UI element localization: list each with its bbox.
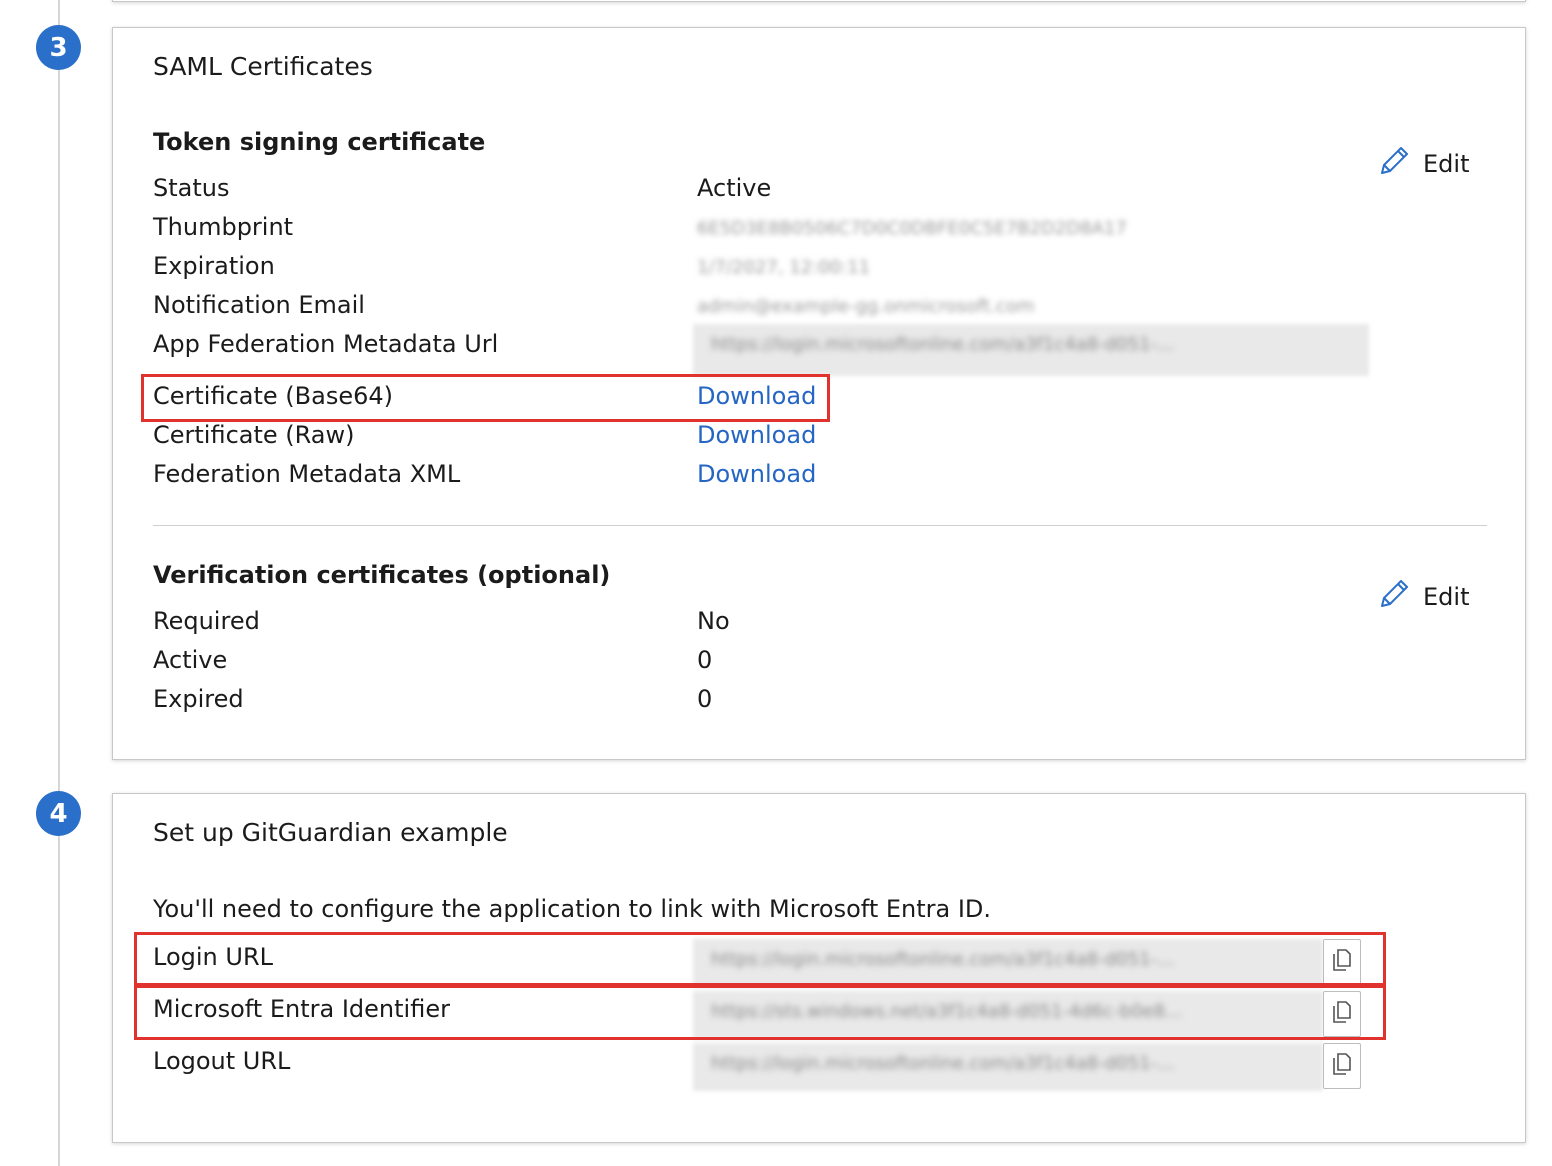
download-certificate-raw-link[interactable]: Download: [697, 421, 816, 449]
verification-heading: Verification certificates (optional): [153, 561, 611, 589]
row-label-thumbprint: Thumbprint: [153, 213, 294, 241]
previous-section-card: [112, 0, 1526, 2]
active-count-value: 0: [697, 646, 713, 674]
copy-icon: [1331, 1052, 1353, 1080]
notification-email-value: admin@example-gg.onmicrosoft.com: [697, 296, 1035, 317]
setup-description: You'll need to configure the application…: [153, 895, 992, 923]
highlight-entra-identifier: [134, 985, 1386, 1040]
logout-url-field[interactable]: https://login.microsoftonline.com/a3f1c4…: [693, 1043, 1323, 1091]
edit-label: Edit: [1423, 150, 1470, 178]
logout-url-text: https://login.microsoftonline.com/a3f1c4…: [711, 1053, 1175, 1074]
row-label-certificate-raw: Certificate (Raw): [153, 421, 355, 449]
download-federation-metadata-link[interactable]: Download: [697, 460, 816, 488]
copy-logout-url-button[interactable]: [1323, 1043, 1361, 1089]
section-title: SAML Certificates: [153, 52, 373, 81]
metadata-url-field[interactable]: https://login.microsoftonline.com/a3f1c4…: [693, 324, 1369, 376]
metadata-url-text: https://login.microsoftonline.com/a3f1c4…: [711, 334, 1175, 355]
verification-edit-button[interactable]: Edit: [1377, 577, 1469, 617]
row-label-required: Required: [153, 607, 260, 635]
step-4-badge: 4: [36, 791, 81, 836]
row-label-federation-metadata-xml: Federation Metadata XML: [153, 460, 461, 488]
highlight-certificate-base64: [141, 374, 830, 422]
step-timeline-line: [58, 0, 60, 1166]
row-label-notification-email: Notification Email: [153, 291, 365, 319]
edit-label: Edit: [1423, 583, 1470, 611]
step-3-badge: 3: [36, 25, 81, 70]
required-value: No: [697, 607, 730, 635]
section-title: Set up GitGuardian example: [153, 818, 508, 847]
row-label-expired: Expired: [153, 685, 244, 713]
row-label-logout-url: Logout URL: [153, 1047, 291, 1075]
row-label-metadata-url: App Federation Metadata Url: [153, 330, 499, 358]
row-label-active: Active: [153, 646, 228, 674]
pencil-icon: [1377, 144, 1411, 184]
token-edit-button[interactable]: Edit: [1377, 144, 1469, 184]
expiration-value: 1/7/2027, 12:00:11: [697, 257, 871, 278]
section-divider: [153, 525, 1487, 526]
row-label-expiration: Expiration: [153, 252, 275, 280]
highlight-login-url: [134, 932, 1386, 986]
expired-count-value: 0: [697, 685, 713, 713]
status-value: Active: [697, 174, 772, 202]
token-signing-heading: Token signing certificate: [153, 128, 486, 156]
pencil-icon: [1377, 577, 1411, 617]
thumbprint-value: 6E5D3E8B0506C7D0C0DBFE0C5E7B2D2D8A17: [697, 218, 1127, 239]
row-label-status: Status: [153, 174, 230, 202]
